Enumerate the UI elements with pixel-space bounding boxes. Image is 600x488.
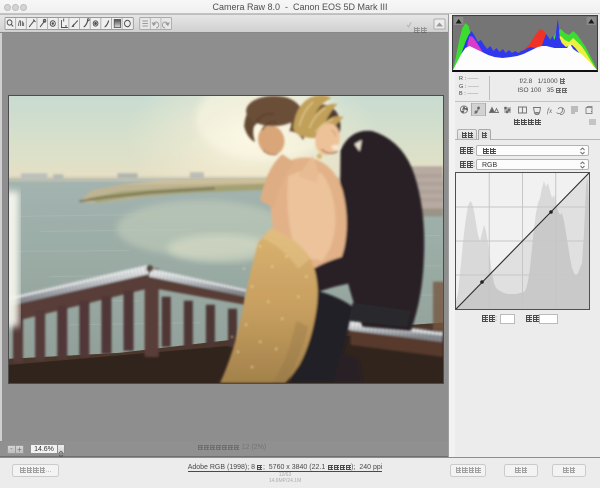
svg-text:fx: fx <box>547 107 553 115</box>
